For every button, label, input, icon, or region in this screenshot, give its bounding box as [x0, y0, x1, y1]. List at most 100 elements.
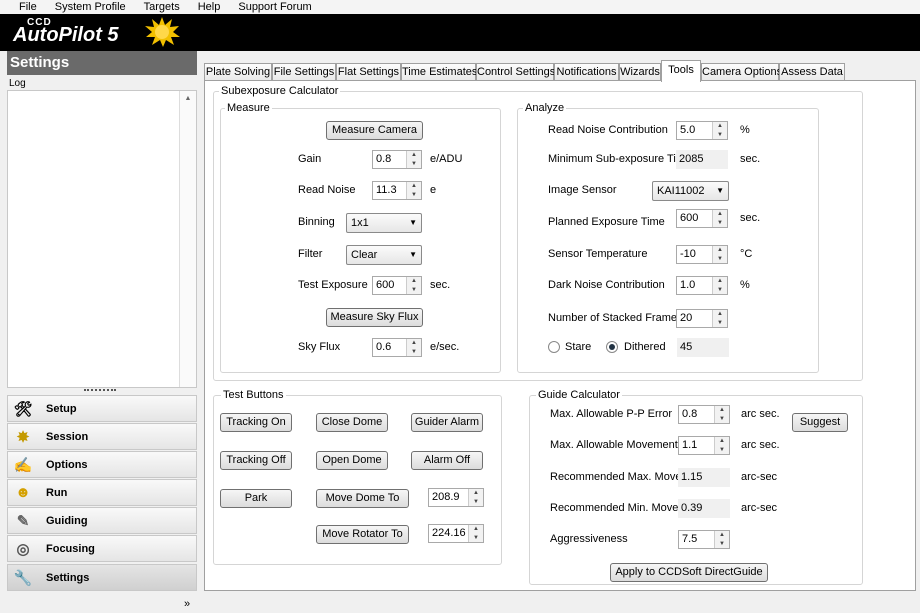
spin-up-icon[interactable]: ▲: [715, 437, 729, 446]
tracking-on-button[interactable]: Tracking On: [220, 413, 292, 432]
spin-up-icon[interactable]: ▲: [713, 210, 727, 219]
test-exposure-stepper[interactable]: 600 ▲ ▼: [372, 276, 422, 295]
spin-down-icon[interactable]: ▼: [715, 415, 729, 424]
measure-camera-button[interactable]: Measure Camera: [326, 121, 423, 140]
spin-down-icon[interactable]: ▼: [713, 219, 727, 228]
open-dome-button[interactable]: Open Dome: [316, 451, 388, 470]
spin-down-icon[interactable]: ▼: [713, 131, 727, 140]
tab-assess-data[interactable]: Assess Data: [779, 63, 845, 81]
max-pp-stepper[interactable]: 0.8 ▲ ▼: [678, 405, 730, 424]
log-textbox[interactable]: [7, 90, 197, 388]
rotator-position-stepper[interactable]: 224.16 ▲ ▼: [428, 524, 484, 543]
spin-up-icon[interactable]: ▲: [715, 531, 729, 540]
aggressiveness-value[interactable]: 7.5: [679, 531, 714, 548]
spin-up-icon[interactable]: ▲: [407, 339, 421, 348]
nav-guiding[interactable]: ✎ Guiding: [7, 507, 197, 534]
guider-alarm-button[interactable]: Guider Alarm: [411, 413, 483, 432]
test-exposure-value[interactable]: 600: [373, 277, 406, 294]
dome-position-value[interactable]: 208.9: [429, 489, 468, 506]
read-noise-stepper[interactable]: 11.3 ▲ ▼: [372, 181, 422, 200]
tab-notifications[interactable]: Notifications: [554, 63, 619, 81]
spin-down-icon[interactable]: ▼: [713, 255, 727, 264]
spin-down-icon[interactable]: ▼: [469, 498, 483, 507]
spin-up-icon[interactable]: ▲: [713, 122, 727, 131]
temp-stepper[interactable]: -10 ▲ ▼: [676, 245, 728, 264]
nav-session[interactable]: ✸ Session: [7, 423, 197, 450]
dark-stepper[interactable]: 1.0 ▲ ▼: [676, 276, 728, 295]
spin-down-icon[interactable]: ▼: [713, 319, 727, 328]
menu-targets[interactable]: Targets: [122, 0, 180, 14]
read-noise-contrib-stepper[interactable]: 5.0 ▲ ▼: [676, 121, 728, 140]
spin-up-icon[interactable]: ▲: [469, 489, 483, 498]
spin-down-icon[interactable]: ▼: [407, 191, 421, 200]
sensor-select[interactable]: KAI11002 ▼: [652, 181, 729, 201]
spin-down-icon[interactable]: ▼: [407, 286, 421, 295]
stare-radio[interactable]: [548, 341, 560, 353]
suggest-button[interactable]: Suggest: [792, 413, 848, 432]
spin-down-icon[interactable]: ▼: [713, 286, 727, 295]
stacked-stepper[interactable]: 20 ▲ ▼: [676, 309, 728, 328]
spin-up-icon[interactable]: ▲: [407, 151, 421, 160]
nav-options[interactable]: ✍ Options: [7, 451, 197, 478]
spin-down-icon[interactable]: ▼: [407, 348, 421, 357]
spin-down-icon[interactable]: ▼: [469, 534, 483, 543]
aggressiveness-stepper[interactable]: 7.5 ▲ ▼: [678, 530, 730, 549]
menu-file[interactable]: File: [0, 0, 37, 14]
max-pp-value[interactable]: 0.8: [679, 406, 714, 423]
scroll-up-icon[interactable]: ▲: [180, 95, 196, 102]
tab-wizards[interactable]: Wizards: [619, 63, 661, 81]
rotator-position-value[interactable]: 224.16: [429, 525, 468, 542]
park-button[interactable]: Park: [220, 489, 292, 508]
filter-select[interactable]: Clear ▼: [346, 245, 422, 265]
binning-select[interactable]: 1x1 ▼: [346, 213, 422, 233]
move-rotator-button[interactable]: Move Rotator To: [316, 525, 409, 544]
nav-run[interactable]: ☻ Run: [7, 479, 197, 506]
tab-tools[interactable]: Tools: [661, 60, 701, 82]
nav-focusing[interactable]: ◎ Focusing: [7, 535, 197, 562]
sky-flux-value[interactable]: 0.6: [373, 339, 406, 356]
tab-plate-solving[interactable]: Plate Solving: [204, 63, 272, 81]
splitter-grip[interactable]: [84, 389, 116, 393]
stacked-value[interactable]: 20: [677, 310, 712, 327]
spin-up-icon[interactable]: ▲: [469, 525, 483, 534]
apply-directguide-button[interactable]: Apply to CCDSoft DirectGuide: [610, 563, 768, 582]
max-move-stepper[interactable]: 1.1 ▲ ▼: [678, 436, 730, 455]
spin-up-icon[interactable]: ▲: [715, 406, 729, 415]
more-chevron-icon[interactable]: »: [184, 598, 190, 610]
tab-flat-settings[interactable]: Flat Settings: [336, 63, 401, 81]
gain-value[interactable]: 0.8: [373, 151, 406, 168]
planned-value[interactable]: 600: [677, 210, 712, 227]
alarm-off-button[interactable]: Alarm Off: [411, 451, 483, 470]
tab-camera-options[interactable]: Camera Options: [701, 63, 782, 81]
dithered-radio[interactable]: [606, 341, 618, 353]
menu-support-forum[interactable]: Support Forum: [216, 0, 311, 14]
temp-value[interactable]: -10: [677, 246, 712, 263]
dome-position-stepper[interactable]: 208.9 ▲ ▼: [428, 488, 484, 507]
nav-setup[interactable]: 🛠 Setup: [7, 395, 197, 422]
spin-up-icon[interactable]: ▲: [713, 246, 727, 255]
menu-help[interactable]: Help: [176, 0, 221, 14]
move-dome-button[interactable]: Move Dome To: [316, 489, 409, 508]
spin-down-icon[interactable]: ▼: [715, 446, 729, 455]
tab-file-settings[interactable]: File Settings: [272, 63, 336, 81]
gain-stepper[interactable]: 0.8 ▲ ▼: [372, 150, 422, 169]
spin-up-icon[interactable]: ▲: [713, 310, 727, 319]
nav-settings[interactable]: 🔧 Settings: [7, 564, 197, 591]
sky-flux-stepper[interactable]: 0.6 ▲ ▼: [372, 338, 422, 357]
spin-up-icon[interactable]: ▲: [713, 277, 727, 286]
spin-down-icon[interactable]: ▼: [715, 540, 729, 549]
tab-time-estimates[interactable]: Time Estimates: [401, 63, 477, 81]
menu-system-profile[interactable]: System Profile: [33, 0, 126, 14]
dark-value[interactable]: 1.0: [677, 277, 712, 294]
measure-sky-flux-button[interactable]: Measure Sky Flux: [326, 308, 423, 327]
spin-down-icon[interactable]: ▼: [407, 160, 421, 169]
max-move-value[interactable]: 1.1: [679, 437, 714, 454]
spin-up-icon[interactable]: ▲: [407, 182, 421, 191]
spin-up-icon[interactable]: ▲: [407, 277, 421, 286]
read-noise-contrib-value[interactable]: 5.0: [677, 122, 712, 139]
tracking-off-button[interactable]: Tracking Off: [220, 451, 292, 470]
close-dome-button[interactable]: Close Dome: [316, 413, 388, 432]
log-scrollbar[interactable]: ▲: [179, 91, 196, 387]
read-noise-value[interactable]: 11.3: [373, 182, 406, 199]
tab-control-settings[interactable]: Control Settings: [476, 63, 555, 81]
